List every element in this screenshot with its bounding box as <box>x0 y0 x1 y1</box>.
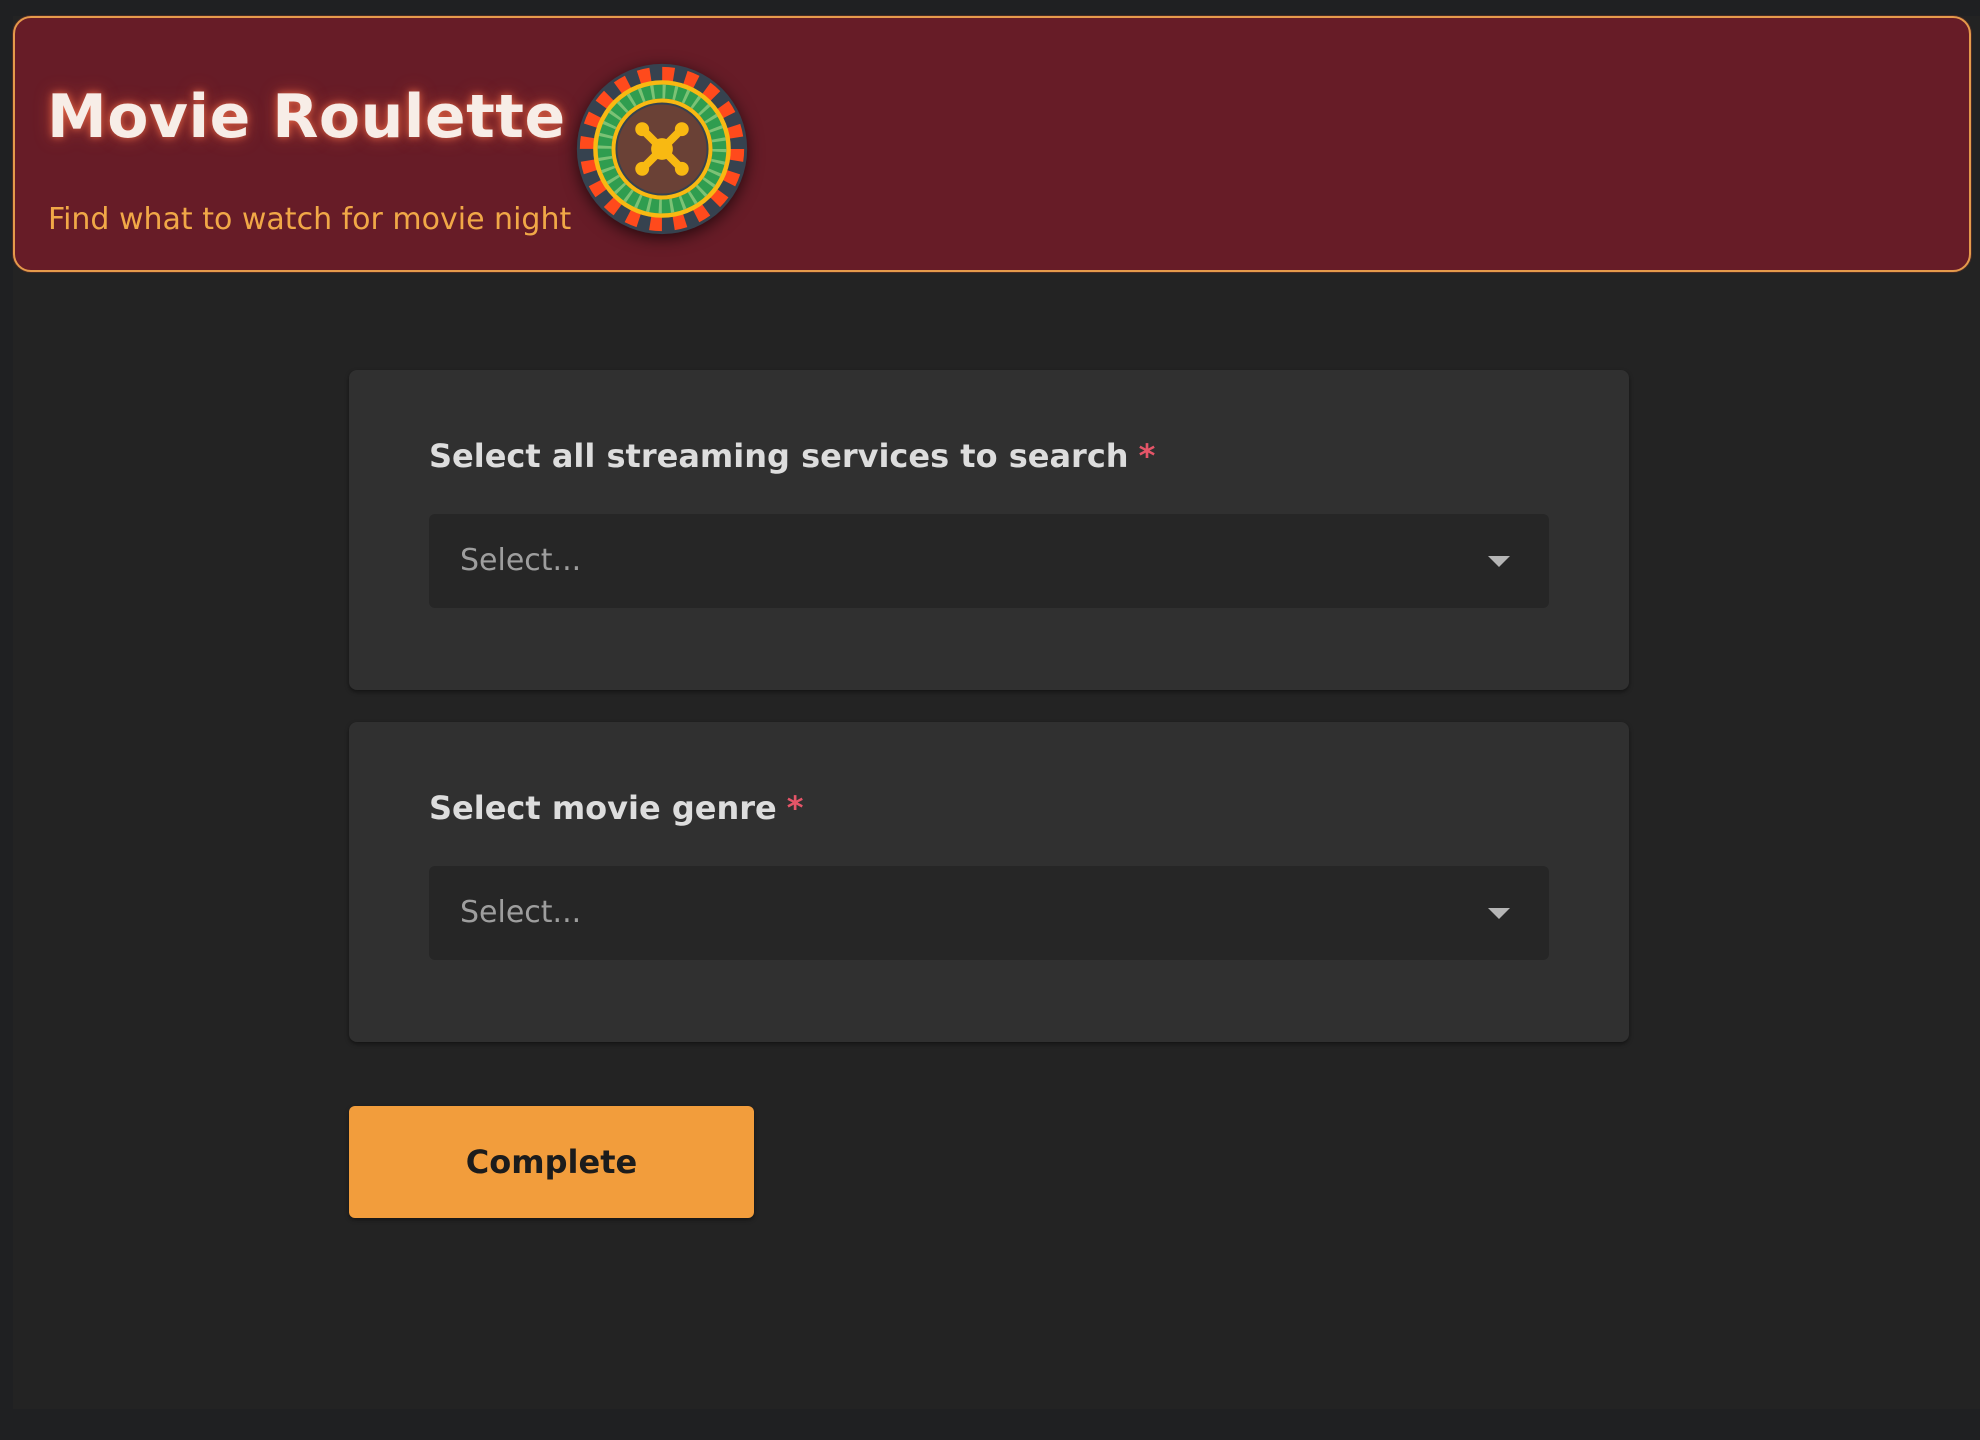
dropdown-placeholder: Select... <box>460 543 582 578</box>
streaming-services-dropdown[interactable]: Select... <box>429 514 1549 608</box>
chevron-down-icon <box>1488 908 1510 919</box>
app-header: Movie Roulette Find what to watch for mo… <box>13 16 1971 272</box>
streaming-services-question: Select all streaming services to search *… <box>349 370 1629 690</box>
movie-genre-question: Select movie genre * Select... <box>349 722 1629 1042</box>
question-title-text: Select movie genre <box>429 789 777 827</box>
movie-genre-dropdown[interactable]: Select... <box>429 866 1549 960</box>
required-marker: * <box>1138 437 1156 475</box>
required-marker: * <box>786 789 804 827</box>
streaming-services-question-title: Select all streaming services to search * <box>429 437 1155 475</box>
question-title-text: Select all streaming services to search <box>429 437 1129 475</box>
app-title: Movie Roulette <box>47 82 566 152</box>
movie-genre-question-title: Select movie genre * <box>429 789 803 827</box>
dropdown-placeholder: Select... <box>460 895 582 930</box>
app-subtitle: Find what to watch for movie night <box>48 202 572 237</box>
complete-button[interactable]: Complete <box>349 1106 754 1218</box>
roulette-wheel-icon <box>576 63 748 235</box>
chevron-down-icon <box>1488 556 1510 567</box>
